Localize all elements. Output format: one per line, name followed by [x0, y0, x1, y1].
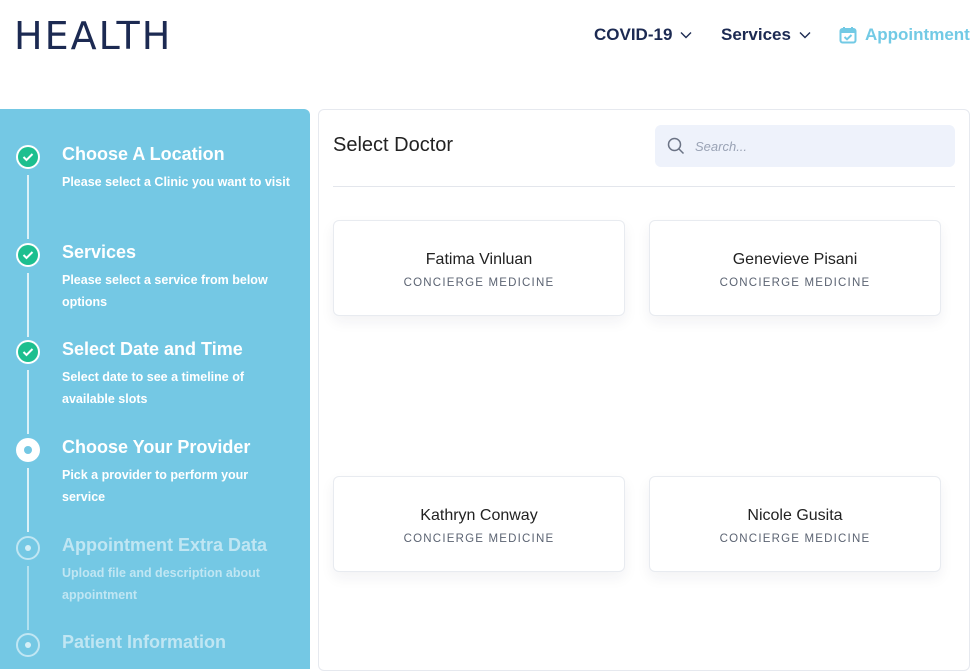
step-connector	[27, 370, 29, 434]
step-description: Please select a service from below optio…	[62, 273, 268, 309]
doctor-specialty: CONCIERGE MEDICINE	[719, 277, 871, 289]
site-logo[interactable]: HEALTH	[14, 16, 172, 56]
step-connector	[27, 468, 29, 532]
nav-services-label: Services	[721, 25, 791, 44]
step-connector	[27, 273, 29, 337]
doctor-name: Genevieve Pisani	[732, 251, 858, 268]
step-complete-icon	[16, 340, 40, 364]
doctor-card[interactable]: Genevieve Pisani CONCIERGE MEDICINE	[649, 220, 941, 316]
step-title: Choose A Location	[62, 144, 225, 164]
step-description: Upload file and description about appoin…	[62, 566, 260, 602]
step-description: Pick a provider to perform your service	[62, 468, 249, 504]
doctor-specialty: CONCIERGE MEDICINE	[719, 533, 871, 545]
divider	[333, 186, 955, 187]
step-complete-icon	[16, 243, 40, 267]
search-icon	[667, 137, 685, 155]
step-connector	[27, 566, 29, 630]
nav-covid-19-label: COVID-19	[594, 25, 673, 44]
doctor-name: Fatima Vinluan	[425, 251, 533, 268]
chevron-down-icon	[799, 31, 811, 39]
step-connector	[27, 175, 29, 239]
step-title: Select Date and Time	[62, 339, 243, 359]
step-title: Services	[62, 242, 137, 262]
doctor-card[interactable]: Nicole Gusita CONCIERGE MEDICINE	[649, 476, 941, 572]
step-title: Appointment Extra Data	[62, 535, 268, 555]
step-current-icon	[16, 438, 40, 462]
doctor-name: Nicole Gusita	[747, 507, 843, 524]
step-title: Choose Your Provider	[62, 437, 251, 457]
booking-steps-sidebar: Choose A Location Please select a Clinic…	[0, 109, 310, 669]
calendar-check-icon	[839, 26, 857, 44]
nav-services[interactable]: Services	[721, 24, 811, 46]
step-description: Please select a Clinic you want to visit	[62, 175, 290, 189]
nav-appointment-label: Appointment	[865, 25, 970, 44]
doctor-specialty: CONCIERGE MEDICINE	[403, 277, 555, 289]
doctor-specialty: CONCIERGE MEDICINE	[403, 533, 555, 545]
search-input[interactable]	[693, 137, 937, 155]
page-title: Select Doctor	[333, 134, 454, 156]
step-title: Patient Information	[62, 632, 227, 652]
step-complete-icon	[16, 145, 40, 169]
site-header: HEALTH COVID-19 Services Appointment	[0, 0, 973, 74]
doctor-card[interactable]: Kathryn Conway CONCIERGE MEDICINE	[333, 476, 625, 572]
step-pending-icon	[16, 633, 40, 657]
doctor-card[interactable]: Fatima Vinluan CONCIERGE MEDICINE	[333, 220, 625, 316]
step-description: Select date to see a timeline of availab…	[62, 370, 245, 406]
select-doctor-panel: Select Doctor Fatima Vinluan CONCIERGE M…	[318, 109, 970, 671]
doctor-name: Kathryn Conway	[420, 507, 538, 524]
nav-appointment[interactable]: Appointment	[839, 24, 970, 46]
nav-covid-19[interactable]: COVID-19	[594, 24, 692, 46]
doctor-search[interactable]	[655, 125, 955, 167]
step-pending-icon	[16, 536, 40, 560]
chevron-down-icon	[680, 31, 692, 39]
